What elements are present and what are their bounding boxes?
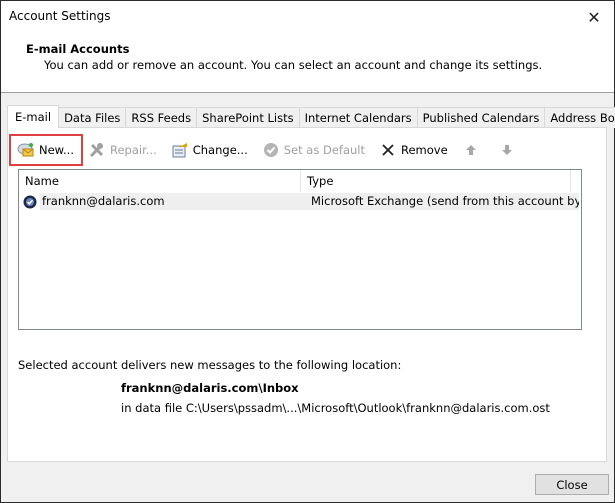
close-button[interactable]: Close: [535, 474, 609, 495]
tab-strip: E-mail Data Files RSS Feeds SharePoint L…: [7, 105, 615, 128]
column-header-type[interactable]: Type: [301, 170, 571, 192]
account-type: Microsoft Exchange (send from this accou…: [305, 193, 579, 210]
tab-sharepoint-lists[interactable]: SharePoint Lists: [196, 107, 300, 128]
tab-data-files[interactable]: Data Files: [58, 107, 127, 128]
accounts-list[interactable]: Name Type franknn@dalaris.com Microsoft …: [18, 169, 582, 330]
repair-button[interactable]: Repair...: [83, 139, 162, 161]
set-default-button[interactable]: Set as Default: [257, 139, 370, 161]
change-button-label: Change...: [192, 143, 248, 157]
change-button[interactable]: Change...: [166, 139, 253, 161]
tab-internet-calendars[interactable]: Internet Calendars: [298, 107, 418, 128]
default-account-icon: [23, 195, 37, 209]
window-title: Account Settings: [9, 9, 111, 23]
dialog-header: E-mail Accounts You can add or remove an…: [1, 33, 614, 93]
title-bar: Account Settings ✕: [1, 1, 614, 33]
repair-tools-icon: [88, 141, 106, 159]
email-tab-panel: New... Repair... Change... Set as Defaul…: [7, 127, 607, 462]
checkmark-circle-icon: [262, 141, 280, 159]
account-settings-dialog: Account Settings ✕ E-mail Accounts You c…: [0, 0, 615, 503]
close-icon[interactable]: ✕: [580, 3, 608, 31]
header-description: You can add or remove an account. You ca…: [44, 58, 543, 72]
column-header-name[interactable]: Name: [19, 170, 301, 192]
new-button[interactable]: New...: [12, 139, 79, 161]
header-title: E-mail Accounts: [26, 42, 130, 56]
repair-button-label: Repair...: [110, 143, 157, 157]
remove-button[interactable]: Remove: [374, 139, 453, 161]
set-default-button-label: Set as Default: [283, 143, 365, 157]
list-header: Name Type: [19, 170, 581, 192]
arrow-up-icon: [462, 141, 480, 159]
move-up-button[interactable]: [457, 139, 489, 161]
delivery-folder: franknn@dalaris.com\Inbox: [121, 381, 299, 395]
account-name: franknn@dalaris.com: [40, 193, 305, 210]
tab-email[interactable]: E-mail: [7, 105, 60, 128]
arrow-down-icon: [498, 141, 516, 159]
tab-rss-feeds[interactable]: RSS Feeds: [125, 107, 198, 128]
toolbar: New... Repair... Change... Set as Defaul…: [12, 138, 529, 162]
remove-button-label: Remove: [401, 143, 448, 157]
new-button-label: New...: [39, 143, 74, 157]
delivery-label: Selected account delivers new messages t…: [18, 358, 402, 372]
account-row[interactable]: franknn@dalaris.com Microsoft Exchange (…: [23, 192, 579, 211]
delivery-data-file: in data file C:\Users\pssadm\...\Microso…: [121, 401, 550, 415]
tab-published-calendars[interactable]: Published Calendars: [416, 107, 546, 128]
new-account-icon: [17, 141, 35, 159]
change-account-icon: [171, 141, 189, 159]
tab-address-books[interactable]: Address Books: [544, 107, 615, 128]
remove-x-icon: [379, 141, 397, 159]
move-down-button[interactable]: [493, 139, 525, 161]
